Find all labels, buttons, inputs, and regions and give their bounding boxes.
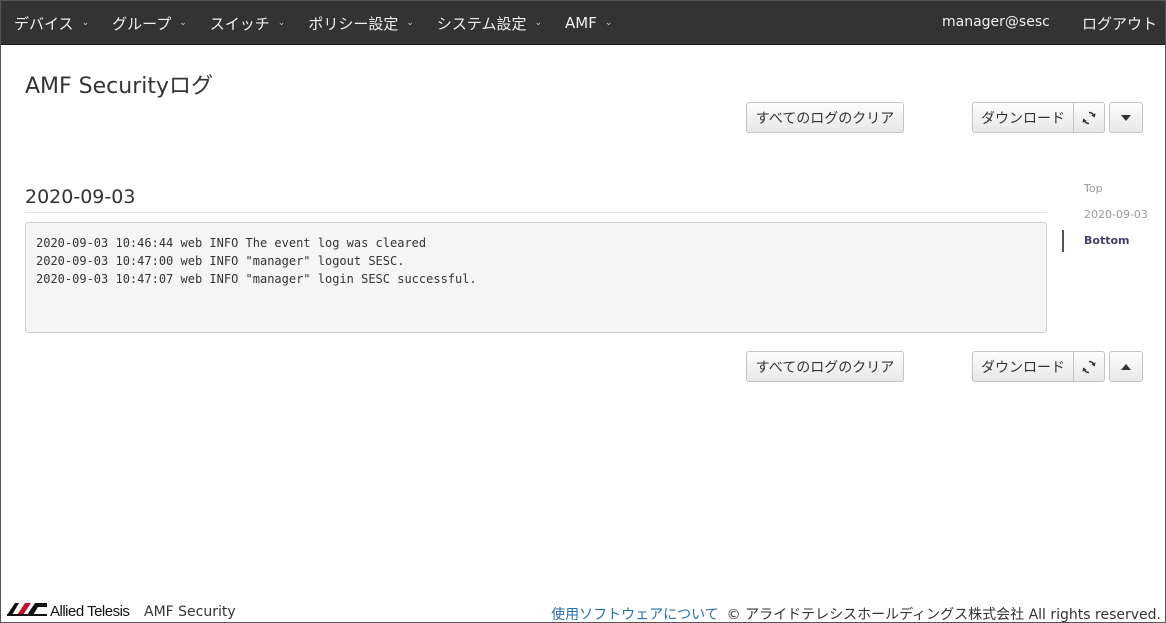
nav-item-system-settings[interactable]: システム設定 ⌄: [424, 1, 552, 45]
log-line: 2020-09-03 10:47:07 web INFO "manager" l…: [36, 272, 477, 286]
logout-link[interactable]: ログアウト: [1082, 13, 1157, 34]
log-line: 2020-09-03 10:46:44 web INFO The event l…: [36, 236, 427, 250]
nav-item-policy-settings[interactable]: ポリシー設定 ⌄: [295, 1, 424, 45]
chevron-down-icon: ⌄: [277, 18, 286, 28]
dropdown-toggle-button[interactable]: [1109, 102, 1143, 133]
brand-mark-icon: [7, 601, 47, 621]
side-nav-bottom[interactable]: Bottom: [1084, 234, 1129, 247]
nav-item-label: スイッチ: [209, 14, 270, 33]
chevron-down-icon: ⌄: [534, 18, 542, 28]
product-name: AMF Security: [144, 604, 236, 620]
top-navbar: デバイス ⌄ グループ ⌄ スイッチ ⌄ ポリシー設定 ⌄ システム設定 ⌄ A…: [1, 1, 1165, 45]
refresh-icon: [1081, 359, 1097, 375]
clear-all-logs-button-bottom[interactable]: すべてのログのクリア: [746, 351, 904, 382]
side-nav-top[interactable]: Top: [1084, 182, 1103, 195]
copyright: © アライドテレシスホールディングス株式会社 All rights reserv…: [726, 607, 1161, 623]
chevron-down-icon: ⌄: [179, 18, 187, 28]
nav-item-label: グループ: [112, 14, 172, 33]
clear-all-logs-button[interactable]: すべてのログのクリア: [746, 102, 904, 133]
nav-item-switches[interactable]: スイッチ ⌄: [197, 1, 296, 45]
download-button-bottom[interactable]: ダウンロード: [972, 351, 1074, 382]
nav-item-label: AMF: [565, 14, 597, 32]
nav-item-label: システム設定: [436, 14, 527, 33]
log-date-heading: 2020-09-03: [25, 186, 136, 208]
about-software-link[interactable]: 使用ソフトウェアについて: [551, 607, 719, 623]
nav-item-label: デバイス: [14, 14, 74, 33]
nav-item-devices[interactable]: デバイス ⌄: [1, 1, 99, 45]
page-title: AMF Securityログ: [25, 74, 214, 99]
allied-telesis-logo: Allied Telesis: [7, 601, 130, 621]
footer-right: 使用ソフトウェアについて © アライドテレシスホールディングス株式会社 All r…: [551, 604, 1161, 623]
log-output: 2020-09-03 10:46:44 web INFO The event l…: [25, 222, 1047, 333]
refresh-icon: [1081, 110, 1097, 126]
chevron-down-icon: ⌄: [604, 18, 613, 28]
side-nav-active-indicator: [1062, 230, 1064, 252]
current-user: manager@sesc: [942, 14, 1050, 30]
nav-menu: デバイス ⌄ グループ ⌄ スイッチ ⌄ ポリシー設定 ⌄ システム設定 ⌄ A…: [1, 1, 622, 45]
brand-name: Allied Telesis: [50, 602, 130, 620]
nav-item-amf[interactable]: AMF ⌄: [552, 1, 622, 45]
divider: [25, 212, 1047, 213]
nav-item-label: ポリシー設定: [308, 14, 399, 33]
chevron-down-icon: ⌄: [81, 18, 90, 28]
nav-item-groups[interactable]: グループ ⌄: [99, 1, 197, 45]
side-nav-date[interactable]: 2020-09-03: [1084, 208, 1148, 221]
refresh-button[interactable]: [1074, 102, 1105, 133]
caret-down-icon: [1121, 114, 1131, 121]
log-line: 2020-09-03 10:47:00 web INFO "manager" l…: [36, 254, 405, 268]
scroll-top-button[interactable]: [1109, 351, 1143, 382]
chevron-down-icon: ⌄: [406, 18, 414, 28]
caret-up-icon: [1121, 363, 1131, 370]
refresh-button-bottom[interactable]: [1074, 351, 1105, 382]
download-button[interactable]: ダウンロード: [972, 102, 1074, 133]
